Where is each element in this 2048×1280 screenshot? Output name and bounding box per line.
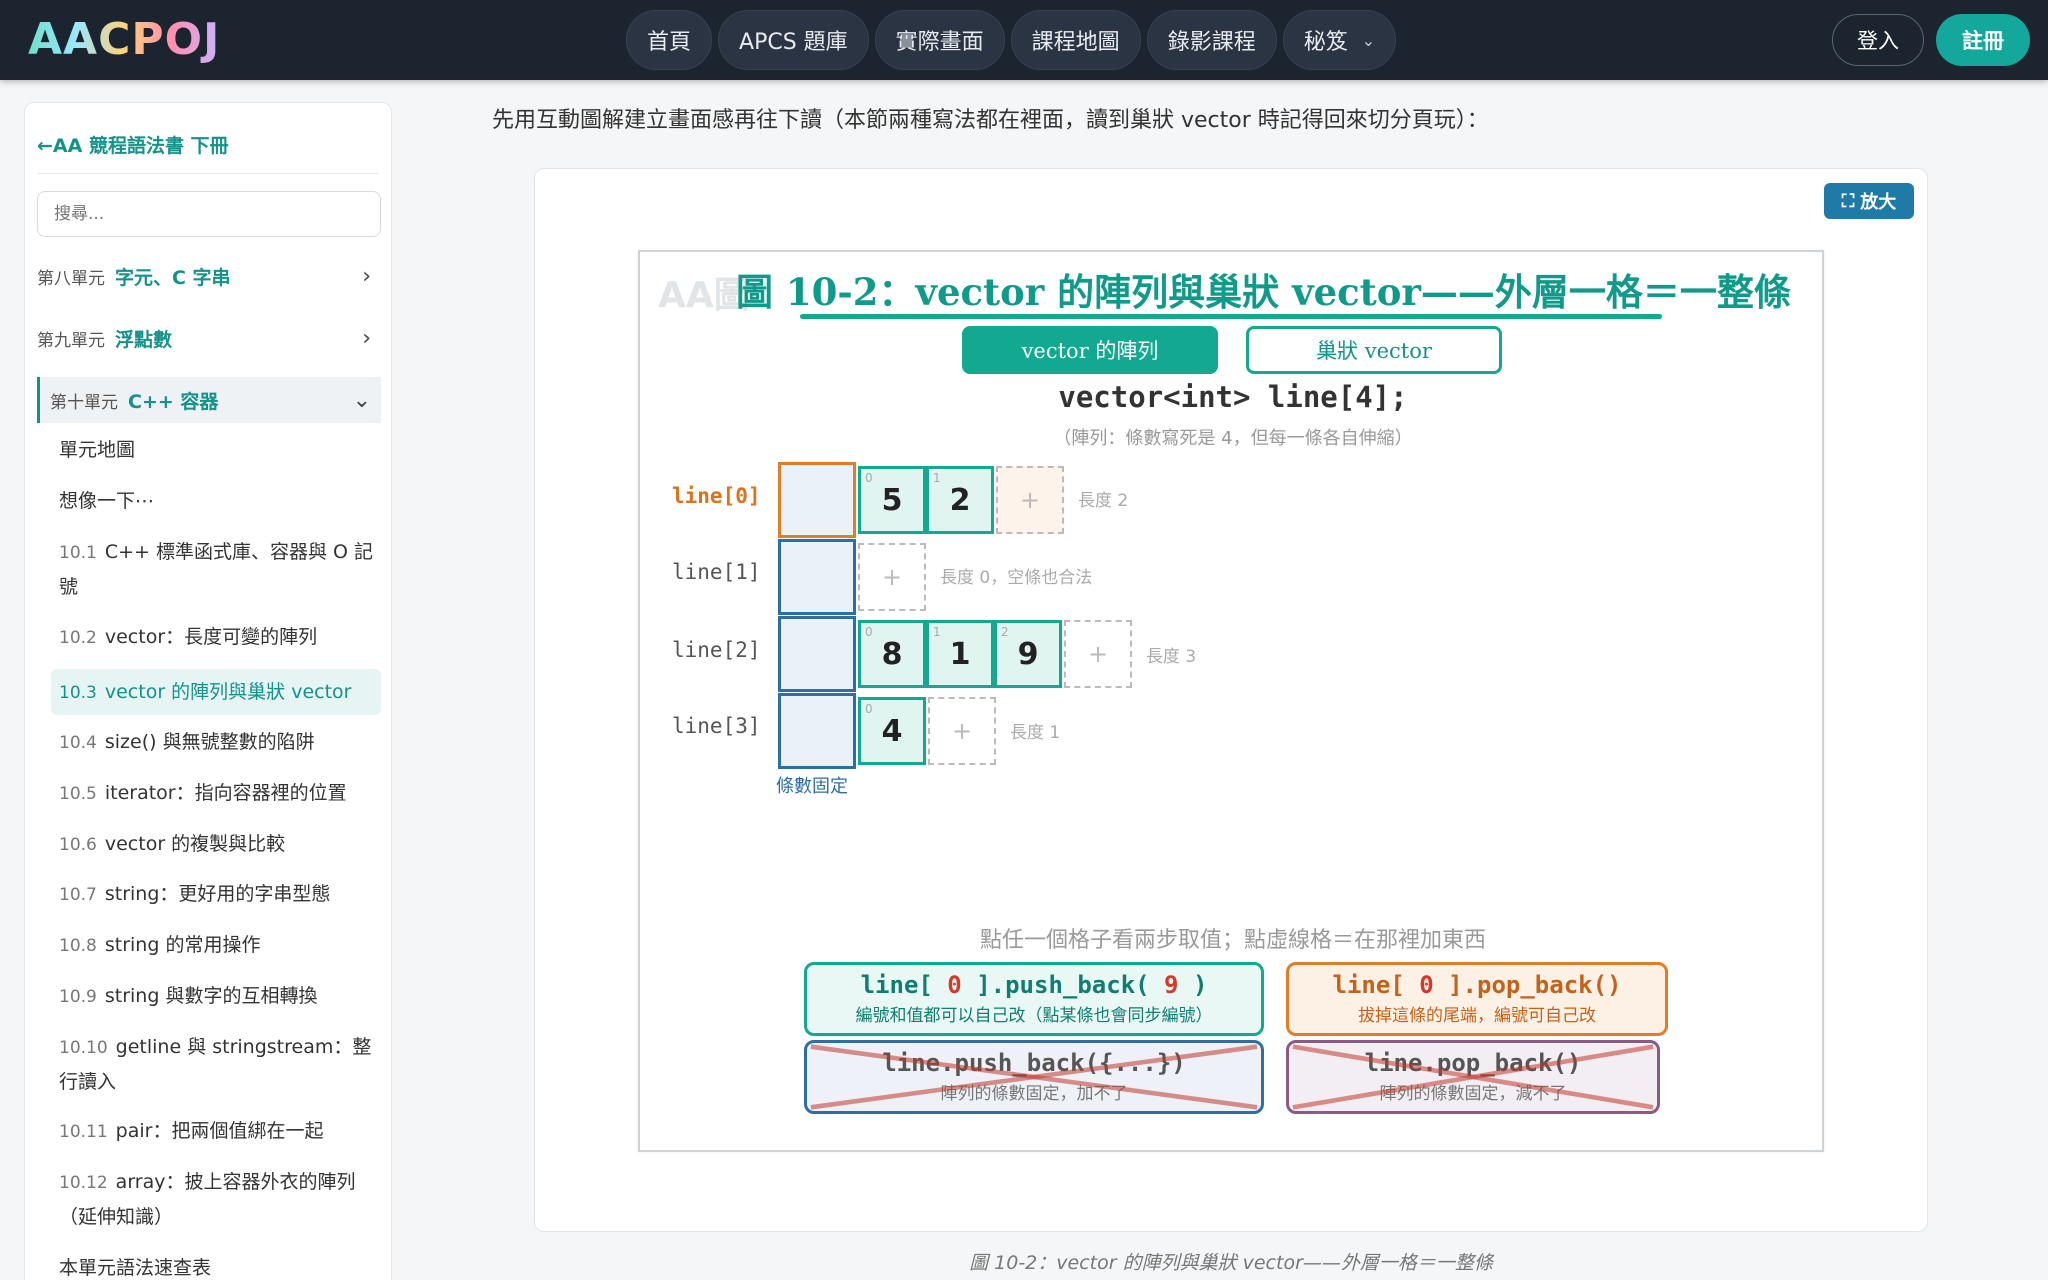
lesson-item[interactable]: 10.10 getline 與 stringstream：整行讀入 [59, 1030, 379, 1099]
push-back-code: line[ 0 ].push_back( 9 ) [860, 971, 1208, 999]
inner-cell[interactable]: 04 [858, 697, 926, 765]
outer-cell-0[interactable] [778, 462, 856, 538]
pop-back-button[interactable]: line[ 0 ].pop_back() 拔掉這條的尾端，編號可自己改 [1286, 962, 1668, 1036]
figure-title: 圖 10-2：vector 的陣列與巢狀 vector——外層一格＝一整條 [736, 270, 1791, 314]
length-label: 長度 1 [1010, 723, 1061, 743]
back-to-book-link[interactable]: ←AA 競程語法書 下冊 [37, 131, 229, 158]
lesson-item[interactable]: 10.7 string：更好用的字串型態 [59, 877, 379, 912]
lesson-item[interactable]: 單元地圖 [59, 433, 379, 467]
nav-videos[interactable]: 錄影課程 [1146, 10, 1277, 70]
lesson-item[interactable]: 10.8 string 的常用操作 [59, 928, 379, 963]
lesson-item[interactable]: 想像一下⋯ [59, 484, 379, 518]
register-button[interactable]: 註冊 [1936, 14, 2030, 66]
sidebar: ←AA 競程語法書 下冊 第八單元字元、C 字串 › 第九單元浮點數 › 第十單元 C… [24, 102, 392, 1280]
interaction-hint: 點任一個格子看兩步取值；點虛線格＝在那裡加東西 [979, 928, 1486, 953]
nav-apcs[interactable]: APCS 題庫 [718, 10, 869, 70]
nav-label: APCS 題庫 [739, 30, 848, 55]
expand-icon: ⛶ [1841, 190, 1855, 212]
intro-text: 先用互動圖解建立畫面感再往下讀（本節兩種寫法都在裡面，讀到巢狀 vector 時… [492, 108, 1489, 133]
lesson-item[interactable]: 10.11 pair：把兩個值綁在一起 [59, 1114, 379, 1149]
lesson-item[interactable]: 10.5 iterator：指向容器裡的位置 [59, 776, 379, 811]
figure-caption: 圖 10-2：vector 的陣列與巢狀 vector——外層一格＝一整條 [969, 1252, 1493, 1274]
tab-vector-array[interactable]: vector 的陣列 [962, 326, 1218, 374]
nav-label: 實際畫面 [895, 30, 984, 55]
unit-8[interactable]: 第八單元 字元、C 字串 › [37, 253, 381, 299]
inner-cell[interactable]: 05 [858, 466, 926, 534]
lesson-item[interactable]: 10.9 string 與數字的互相轉換 [59, 979, 379, 1014]
inner-cell[interactable]: 11 [926, 620, 994, 688]
lesson-item-active[interactable]: 10.3 vector 的陣列與巢狀 vector [51, 669, 381, 715]
main-nav: 首頁 APCS 題庫 實際畫面 課程地圖 錄影課程 秘笈 ⌄ [626, 10, 1397, 70]
nav-secrets-dropdown[interactable]: 秘笈 ⌄ [1282, 10, 1397, 70]
row-label-0[interactable]: line[0] [672, 484, 761, 508]
push-back-note: 編號和值都可以自己改（點某條也會同步編號） [855, 1006, 1213, 1026]
inner-cell[interactable]: 08 [858, 620, 926, 688]
top-navbar: AACPOJ 首頁 APCS 題庫 實際畫面 課程地圖 錄影課程 秘笈 ⌄ 登入 … [0, 0, 2048, 80]
login-button[interactable]: 登入 [1832, 14, 1924, 66]
unit-title: 字元、C 字串 [115, 266, 231, 289]
fixed-count-label: 條數固定 [776, 776, 848, 797]
unit-prefix: 第八單元 [37, 268, 105, 289]
site-logo[interactable]: AACPOJ [28, 14, 220, 66]
cross-out-icon [1292, 1044, 1654, 1110]
nav-label: 首頁 [647, 30, 692, 55]
lesson-item[interactable]: 10.12 array：披上容器外衣的陣列（延伸知識） [59, 1165, 379, 1234]
lesson-item[interactable]: 10.6 vector 的複製與比較 [59, 827, 379, 862]
nav-course-map[interactable]: 課程地圖 [1010, 10, 1141, 70]
length-label: 長度 3 [1146, 647, 1197, 667]
tab-nested-vector[interactable]: 巢狀 vector [1246, 326, 1502, 374]
row-label-1[interactable]: line[1] [672, 560, 761, 584]
lesson-item[interactable]: 10.4 size() 與無號整數的陷阱 [59, 725, 379, 760]
unit-prefix: 第十單元 [50, 392, 118, 413]
add-slot[interactable]: + [1064, 620, 1132, 688]
unit-10[interactable]: 第十單元 C++ 容器 ⌄ [37, 377, 381, 423]
outer-cell-1[interactable] [778, 539, 856, 615]
pop-back-note: 拔掉這條的尾端，編號可自己改 [1358, 1006, 1596, 1026]
inner-cell[interactable]: 29 [994, 620, 1062, 688]
add-slot[interactable]: + [928, 697, 996, 765]
zoom-button[interactable]: ⛶ 放大 [1824, 183, 1914, 219]
pop-back-code: line[ 0 ].pop_back() [1332, 971, 1622, 999]
sidebar-search-input[interactable] [37, 191, 381, 237]
nav-label: 錄影課程 [1167, 30, 1256, 55]
chevron-right-icon: › [362, 263, 371, 289]
nav-label: 秘笈 [1303, 30, 1348, 55]
unit-prefix: 第九單元 [37, 330, 105, 351]
add-slot[interactable]: + [996, 466, 1064, 534]
chevron-right-icon: › [362, 325, 371, 351]
lesson-item[interactable]: 10.1 C++ 標準函式庫、容器與 O 記號 [59, 535, 379, 604]
nav-home[interactable]: 首頁 [626, 10, 713, 70]
push-back-button[interactable]: line[ 0 ].push_back( 9 ) 編號和值都可以自己改（點某條也… [804, 962, 1264, 1036]
declaration-code: vector<int> line[4]; [1058, 380, 1408, 414]
row-label-2[interactable]: line[2] [672, 638, 761, 662]
length-label: 長度 0，空條也合法 [940, 568, 1093, 588]
divider [37, 173, 379, 174]
nav-label: 課程地圖 [1031, 30, 1120, 55]
unit-title: C++ 容器 [128, 390, 219, 413]
inner-cell[interactable]: 12 [926, 466, 994, 534]
chevron-down-icon: ⌄ [1361, 30, 1376, 50]
outer-cell-3[interactable] [778, 693, 856, 769]
outer-cell-2[interactable] [778, 616, 856, 692]
unit-9[interactable]: 第九單元 浮點數 › [37, 315, 381, 361]
nav-screens[interactable]: 實際畫面 [874, 10, 1005, 70]
cross-out-icon [810, 1044, 1258, 1110]
disabled-array-push-back[interactable]: line.push_back({...}) 陣列的條數固定，加不了 [804, 1040, 1264, 1114]
length-label: 長度 2 [1078, 491, 1129, 511]
lesson-item[interactable]: 10.2 vector：長度可變的陣列 [59, 620, 379, 655]
interactive-figure: AA圖 圖 10-2：vector 的陣列與巢狀 vector——外層一格＝一整… [638, 250, 1824, 1152]
row-label-3[interactable]: line[3] [672, 714, 761, 738]
declaration-note: （陣列：條數寫死是 4，但每一條各自伸縮） [1053, 428, 1413, 449]
zoom-label: 放大 [1860, 192, 1897, 213]
chevron-down-icon: ⌄ [352, 387, 371, 413]
add-slot[interactable]: + [858, 543, 926, 611]
disabled-array-pop-back[interactable]: line.pop_back() 陣列的條數固定，減不了 [1286, 1040, 1660, 1114]
title-underline [800, 314, 1662, 319]
unit-title: 浮點數 [115, 328, 173, 351]
